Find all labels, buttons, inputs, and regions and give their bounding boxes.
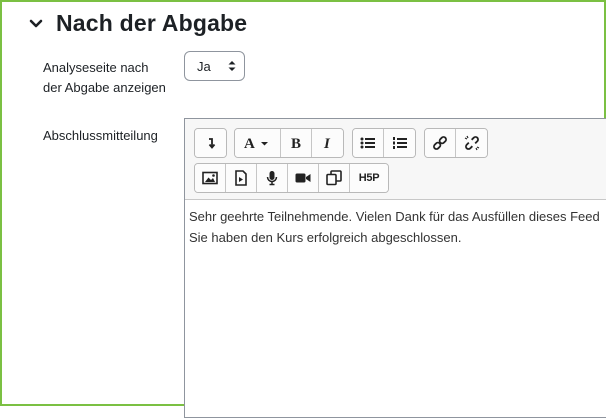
italic-button[interactable]: I (312, 129, 343, 157)
message-editor[interactable]: A B I H5P Sehr geehrte Teilnehmende. Vie… (184, 118, 606, 418)
toolbar-group-lists (352, 128, 416, 158)
paragraph-icon (205, 136, 217, 150)
toolbar-group-paragraph (194, 128, 227, 158)
audio-button[interactable] (257, 164, 288, 192)
media-icon (234, 170, 248, 186)
section-header[interactable]: Nach der Abgabe (26, 10, 247, 37)
editor-content[interactable]: Sehr geehrte Teilnehmende. Vielen Dank f… (189, 206, 606, 248)
unlink-button[interactable] (456, 129, 487, 157)
unordered-list-icon (360, 136, 376, 150)
audio-icon (266, 170, 278, 186)
analysis-select-value: Ja (197, 58, 211, 74)
analysis-label-line2: der Abgabe anzeigen (43, 80, 166, 95)
ordered-list-icon (392, 136, 408, 150)
message-label: Abschlussmitteilung (43, 128, 158, 143)
bold-button[interactable]: B (281, 129, 312, 157)
section-title: Nach der Abgabe (56, 10, 248, 36)
h5p-button[interactable]: H5P (350, 164, 388, 192)
svg-text:A: A (244, 136, 255, 151)
toolbar-group-font: A B I (234, 128, 344, 158)
bold-icon: B (289, 135, 303, 151)
select-caret-icon (228, 60, 236, 72)
unordered-list-button[interactable] (353, 129, 384, 157)
manage-files-button[interactable] (319, 164, 350, 192)
manage-files-icon (326, 170, 342, 186)
image-icon (202, 171, 218, 185)
video-button[interactable] (288, 164, 319, 192)
h5p-icon: H5P (358, 172, 380, 184)
font-style-button[interactable]: A (235, 129, 281, 157)
editor-content-line1: Sehr geehrte Teilnehmende. Vielen Dank f… (189, 209, 600, 224)
editor-toolbar: A B I H5P (185, 119, 606, 200)
italic-icon: I (322, 135, 334, 151)
analysis-label-line1: Analyseseite nach (43, 60, 149, 75)
paragraph-button[interactable] (195, 129, 226, 157)
image-button[interactable] (195, 164, 226, 192)
analysis-label: Analyseseite nach der Abgabe anzeigen (43, 58, 166, 98)
svg-text:I: I (323, 136, 331, 151)
toolbar-group-media: H5P (194, 163, 389, 193)
link-icon (432, 135, 448, 151)
unlink-icon (464, 135, 480, 151)
analysis-select[interactable]: Ja (184, 51, 245, 81)
video-icon (295, 172, 311, 184)
toolbar-group-links (424, 128, 488, 158)
link-button[interactable] (425, 129, 456, 157)
editor-content-line2: Sie haben den Kurs erfolgreich abgeschlo… (189, 230, 462, 245)
ordered-list-button[interactable] (384, 129, 415, 157)
chevron-down-icon[interactable] (26, 14, 46, 34)
font-style-icon: A (243, 135, 273, 151)
svg-text:B: B (291, 136, 301, 151)
media-button[interactable] (226, 164, 257, 192)
